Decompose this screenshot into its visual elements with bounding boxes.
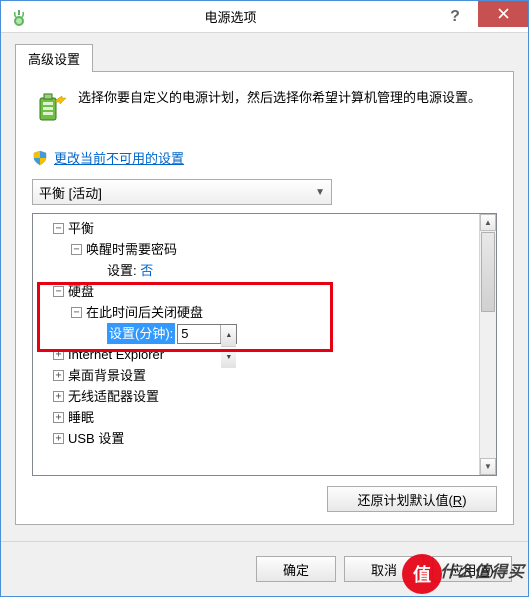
collapse-icon[interactable]: −: [71, 307, 82, 318]
wake-setting-value[interactable]: 否: [140, 260, 153, 281]
restore-defaults-button[interactable]: 还原计划默认值(R): [327, 486, 497, 512]
apply-button[interactable]: 应用(A): [432, 556, 512, 582]
close-icon: [498, 8, 509, 19]
dialog-body: 高级设置 选择你要自定义的电源计划，然后选择你希望计算机管理的电源设置。 更改当…: [1, 33, 528, 541]
scroll-thumb[interactable]: [481, 232, 495, 312]
intro-text: 选择你要自定义的电源计划，然后选择你希望计算机管理的电源设置。: [78, 88, 481, 124]
expand-icon[interactable]: +: [53, 370, 64, 381]
minutes-spinner[interactable]: ▲ ▼: [177, 324, 237, 344]
battery-icon: [32, 88, 68, 124]
tree-node-desktop-bg[interactable]: + 桌面背景设置: [35, 365, 477, 386]
ok-button[interactable]: 确定: [256, 556, 336, 582]
hdd-setting-label: 设置(分钟):: [107, 323, 175, 344]
tab-panel: 选择你要自定义的电源计划，然后选择你希望计算机管理的电源设置。 更改当前不可用的…: [15, 71, 514, 525]
uac-link-row: 更改当前不可用的设置: [32, 148, 497, 167]
settings-tree[interactable]: − 平衡 − 唤醒时需要密码 设置: 否: [33, 214, 479, 475]
power-plan-combo[interactable]: 平衡 [活动] ▼: [32, 179, 332, 205]
tab-advanced-settings[interactable]: 高级设置: [15, 44, 93, 72]
expand-icon[interactable]: +: [53, 349, 64, 360]
titlebar: 电源选项 ?: [1, 1, 528, 33]
tree-leaf-wake-setting[interactable]: 设置: 否: [35, 260, 477, 281]
tree-node-balance[interactable]: − 平衡: [35, 218, 477, 239]
tabstrip: 高级设置: [15, 43, 514, 71]
dialog-footer: 确定 取消 应用(A): [1, 541, 528, 596]
settings-tree-container: − 平衡 − 唤醒时需要密码 设置: 否: [32, 213, 497, 476]
expand-icon[interactable]: +: [53, 433, 64, 444]
tree-leaf-hdd-setting[interactable]: 设置(分钟): ▲ ▼: [35, 323, 477, 344]
collapse-icon[interactable]: −: [53, 223, 64, 234]
tree-node-wireless[interactable]: + 无线适配器设置: [35, 386, 477, 407]
spinner-down-icon[interactable]: ▼: [221, 347, 236, 368]
tree-node-hdd[interactable]: − 硬盘: [35, 281, 477, 302]
power-options-dialog: 电源选项 ? 高级设置 选择你要自定义的电源计划，然后选择你希望计算机管理的电源…: [0, 0, 529, 597]
tree-node-hdd-off-after[interactable]: − 在此时间后关闭硬盘: [35, 302, 477, 323]
minutes-input[interactable]: [178, 325, 220, 343]
tree-node-sleep[interactable]: + 睡眠: [35, 407, 477, 428]
expand-icon[interactable]: +: [53, 412, 64, 423]
collapse-icon[interactable]: −: [71, 244, 82, 255]
tree-node-wake-password[interactable]: − 唤醒时需要密码: [35, 239, 477, 260]
spinner-up-icon[interactable]: ▲: [221, 325, 236, 347]
change-unavailable-link[interactable]: 更改当前不可用的设置: [54, 148, 184, 167]
collapse-icon[interactable]: −: [53, 286, 64, 297]
scroll-up-icon[interactable]: ▲: [480, 214, 496, 231]
help-button[interactable]: ?: [432, 4, 478, 30]
close-button[interactable]: [478, 1, 528, 27]
shield-icon: [32, 150, 48, 166]
intro-row: 选择你要自定义的电源计划，然后选择你希望计算机管理的电源设置。: [32, 88, 497, 124]
scroll-down-icon[interactable]: ▼: [480, 458, 496, 475]
combo-value: 平衡 [活动]: [39, 183, 102, 202]
app-icon: [9, 7, 29, 27]
vertical-scrollbar[interactable]: ▲ ▼: [479, 214, 496, 475]
cancel-button[interactable]: 取消: [344, 556, 424, 582]
window-title: 电源选项: [29, 7, 432, 26]
expand-icon[interactable]: +: [53, 391, 64, 402]
tree-node-usb[interactable]: + USB 设置: [35, 428, 477, 449]
chevron-down-icon: ▼: [315, 187, 325, 198]
tree-node-ie[interactable]: + Internet Explorer: [35, 344, 477, 365]
